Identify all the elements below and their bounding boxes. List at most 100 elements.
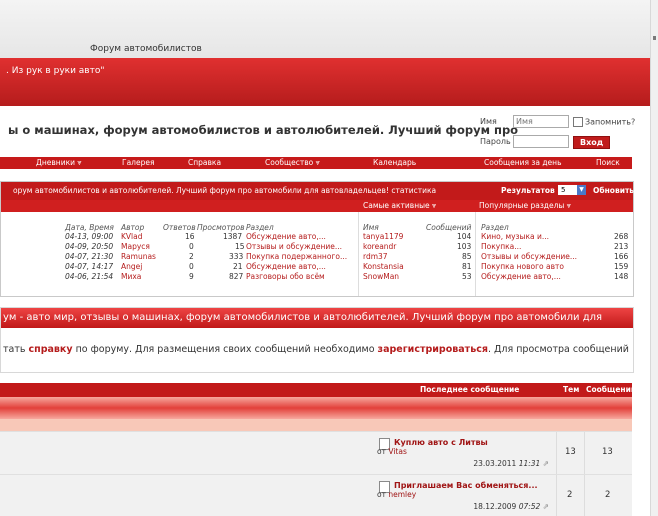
active-user-name[interactable]: SnowMan <box>363 272 399 281</box>
last-post-author: от nemley <box>377 490 416 499</box>
by-prefix: от <box>377 447 386 456</box>
post-section[interactable]: Покупка подержанного... <box>246 252 347 261</box>
password-label: Пароль <box>480 137 511 146</box>
column-divider <box>584 432 585 474</box>
results-select[interactable]: 5 ▼ <box>558 185 586 195</box>
post-date: 04-13, 09:00 <box>65 232 114 241</box>
site-name[interactable]: Форум автомобилистов <box>90 44 202 54</box>
site-tagline: . Из рук в руки авто" <box>6 66 105 76</box>
post-views: 827 <box>229 272 244 281</box>
welcome-title: ум - авто мир, отзывы о машинах, форум а… <box>3 312 603 323</box>
col-date: Дата, Время <box>65 223 114 232</box>
password-input[interactable] <box>513 135 569 148</box>
whats-new-block: орум автомобилистов и автолюбителей. Луч… <box>0 181 634 297</box>
welcome-text: тать <box>3 344 29 355</box>
post-views: 21 <box>233 262 243 271</box>
time: 07:52 <box>518 502 541 511</box>
post-section[interactable]: Обсуждение авто,... <box>246 262 326 271</box>
nav-help[interactable]: Справка <box>188 158 221 167</box>
author-link[interactable]: Vitas <box>388 447 407 456</box>
popular-section-name[interactable]: Кино, музыка и... <box>481 232 549 241</box>
popular-sections-label[interactable]: Популярные разделы ⩔ <box>479 201 571 211</box>
nav-todays-posts[interactable]: Сообщения за день <box>484 158 561 167</box>
popular-section-name[interactable]: Покупка... <box>481 242 521 251</box>
forum-row[interactable]: Куплю авто с Литвы от Vitas 23.03.2011 1… <box>0 431 632 474</box>
welcome-text: . Для просмотра сообщений <box>487 344 629 355</box>
last-post-title[interactable]: Приглашаем Вас обменяться... <box>394 481 538 490</box>
site-header: Форум автомобилистов <box>0 0 650 59</box>
main-nav: Дневники ⩔ Галерея Справка Сообщество ⩔ … <box>0 157 632 169</box>
post-views: 333 <box>229 252 244 261</box>
by-prefix: от <box>377 490 386 499</box>
forum-list: Последнее сообщение Тем Сообщений Куплю … <box>0 383 636 516</box>
last-post-author: от Vitas <box>377 447 407 456</box>
nav-calendar[interactable]: Календарь <box>373 158 416 167</box>
page: Форум автомобилистов . Из рук в руки авт… <box>0 0 650 516</box>
post-replies: 9 <box>189 272 194 281</box>
nav-gallery[interactable]: Галерея <box>122 158 154 167</box>
active-user-name[interactable]: rdm37 <box>363 252 388 261</box>
popular-section-name[interactable]: Обсуждение авто,... <box>481 272 561 281</box>
welcome-block: ум - авто мир, отзывы о машинах, форум а… <box>0 307 634 373</box>
post-author[interactable]: Ramunas <box>121 252 156 261</box>
post-date: 04-07, 14:17 <box>65 262 114 271</box>
go-to-post-icon[interactable]: ⇗ <box>543 459 549 468</box>
post-views: 1387 <box>223 232 243 241</box>
forum-row[interactable]: Приглашаем Вас обменяться... от nemley 1… <box>0 474 632 516</box>
nav-community[interactable]: Сообщество ⩔ <box>265 158 320 168</box>
nav-search[interactable]: Поиск <box>596 158 620 167</box>
topic-count: 13 <box>565 447 576 457</box>
post-section[interactable]: Отзывы и обсуждение... <box>246 242 342 251</box>
col-replies: Ответов <box>163 223 196 232</box>
username-input[interactable] <box>513 115 569 128</box>
column-divider <box>358 212 359 296</box>
post-date: 04-06, 21:54 <box>65 272 114 281</box>
nav-blogs[interactable]: Дневники ⩔ <box>36 158 82 168</box>
remember-checkbox[interactable] <box>573 117 583 127</box>
last-post: Приглашаем Вас обменяться... от nemley 1… <box>377 481 555 515</box>
post-section[interactable]: Разговоры обо всём <box>246 272 325 281</box>
column-divider <box>584 475 585 516</box>
popular-section-name[interactable]: Покупка нового авто <box>481 262 564 271</box>
post-author[interactable]: Angej <box>121 262 142 271</box>
chevron-down-icon[interactable]: ▼ <box>577 185 586 195</box>
active-user-name[interactable]: tanya1179 <box>363 232 403 241</box>
banner: . Из рук в руки авто" <box>0 58 650 106</box>
post-section[interactable]: Обсуждение авто,... <box>246 232 326 241</box>
col-views: Просмотров <box>197 223 245 232</box>
col-author: Автор <box>121 223 145 232</box>
active-user-posts: 85 <box>462 252 472 261</box>
whats-new-title: орум автомобилистов и автолюбителей. Луч… <box>13 186 437 195</box>
post-author[interactable]: Маруся <box>121 242 150 251</box>
column-divider <box>475 212 476 296</box>
login-button[interactable]: Вход <box>573 136 611 149</box>
post-author[interactable]: Миха <box>121 272 141 281</box>
col-user-name: Имя <box>363 223 379 232</box>
popular-section-count: 213 <box>614 242 629 251</box>
results-value: 5 <box>561 186 566 194</box>
post-author[interactable]: KVlad <box>121 232 143 241</box>
register-link[interactable]: зарегистрироваться <box>378 344 488 355</box>
author-link[interactable]: nemley <box>388 490 416 499</box>
category-bar[interactable] <box>0 397 632 419</box>
active-user-name[interactable]: Konstansia <box>363 262 404 271</box>
post-count: 13 <box>602 447 613 457</box>
help-link[interactable]: справку <box>29 344 73 355</box>
whats-new-header: орум автомобилистов и автолюбителей. Луч… <box>1 182 634 200</box>
popular-section-name[interactable]: Отзывы и обсуждение... <box>481 252 577 261</box>
last-post-title[interactable]: Куплю авто с Литвы <box>394 438 488 447</box>
post-views: 15 <box>235 242 245 251</box>
refresh-button[interactable]: Обновить <box>593 186 634 195</box>
col-last-post: Последнее сообщение <box>420 385 520 394</box>
popular-section-count: 268 <box>614 232 629 241</box>
forum-list-header: Последнее сообщение Тем Сообщений <box>0 383 636 397</box>
date: 18.12.2009 <box>473 502 517 511</box>
go-to-post-icon[interactable]: ⇗ <box>543 502 549 511</box>
last-post: Куплю авто с Литвы от Vitas 23.03.2011 1… <box>377 438 555 472</box>
page-headline: ы о машинах, форум автомобилистов и авто… <box>8 123 519 137</box>
scroll-marker <box>653 36 656 40</box>
active-user-name[interactable]: koreandr <box>363 242 396 251</box>
most-active-label[interactable]: Самые активные ⩔ <box>363 201 436 211</box>
window-edge <box>650 0 658 516</box>
post-date: 04-07, 21:30 <box>65 252 114 261</box>
